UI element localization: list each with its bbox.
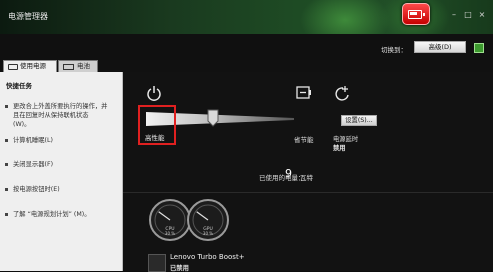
turbo-boost-title: Lenovo Turbo Boost+ <box>170 253 245 261</box>
sleep-icon <box>335 86 349 101</box>
battery-saver-label: 省节能 <box>294 136 314 144</box>
tab-ac-power[interactable]: 使用电源 <box>3 60 57 72</box>
task-display-off[interactable]: 关闭显示器(F) <box>5 160 117 169</box>
task-line: (W)。 <box>13 121 31 128</box>
cpu-gauge-value: 30 % <box>165 231 175 236</box>
slider-thumb[interactable] <box>207 109 219 127</box>
task-lid-action[interactable]: 更改合上外盖所要执行的操作，并 且在回复时从保持联机状态 (W)。 <box>5 102 117 129</box>
settings-button[interactable]: 设置(S)... <box>341 115 377 126</box>
window-title: 电源管理器 <box>8 12 48 21</box>
power-icon <box>147 86 161 101</box>
task-line: 关闭显示器(F) <box>13 161 54 168</box>
task-power-button[interactable]: 按电源按钮时(E) <box>5 185 117 194</box>
task-line: 了解 “电源规划计划” (M)。 <box>13 211 91 218</box>
tab-battery[interactable]: 电池 <box>58 60 98 72</box>
task-line: 更改合上外盖所要执行的操作，并 <box>13 103 108 110</box>
sleep-title: 电源延时 <box>333 136 359 143</box>
tab-battery-label: 电池 <box>77 62 90 70</box>
power-usage-label: 已使用的电量： <box>259 174 305 182</box>
task-sleep[interactable]: 计算机睡眠(L) <box>5 136 117 145</box>
gpu-gauge: GPU 30 % <box>187 199 229 241</box>
battery-icon <box>402 3 430 25</box>
task-line: 计算机睡眠(L) <box>13 137 53 144</box>
plug-icon <box>8 64 18 70</box>
task-line: 按电源按钮时(E) <box>13 186 60 193</box>
green-square-icon[interactable] <box>474 43 484 53</box>
maximize-button[interactable]: □ <box>462 10 474 20</box>
task-learn-plans[interactable]: 了解 “电源规划计划” (M)。 <box>5 210 117 219</box>
battery-saver-icon <box>296 86 311 99</box>
task-line: 且在回复时从保持联机状态 <box>13 112 89 119</box>
bullet-icon <box>5 163 8 166</box>
close-button[interactable]: × <box>476 10 488 20</box>
turbo-boost-icon <box>148 254 166 272</box>
gpu-gauge-value: 30 % <box>203 231 213 236</box>
title-glow <box>300 0 390 34</box>
bullet-icon <box>5 139 8 142</box>
highlight-box <box>138 105 176 145</box>
minimize-button[interactable]: – <box>448 10 460 20</box>
power-usage-value: 9 <box>285 167 292 180</box>
bullet-icon <box>5 213 8 216</box>
switch-label: 切换到： <box>381 46 407 54</box>
sleep-value: 禁用 <box>333 145 346 152</box>
power-usage-unit: 瓦特 <box>300 174 313 182</box>
plan-select[interactable]: 高级(D) <box>414 41 466 53</box>
bullet-icon <box>5 105 8 108</box>
battery-icon <box>63 64 74 70</box>
tab-ac-label: 使用电源 <box>20 62 46 70</box>
bullet-icon <box>5 188 8 191</box>
section-divider <box>123 192 493 193</box>
quick-tasks-title: 快捷任务 <box>6 82 32 90</box>
